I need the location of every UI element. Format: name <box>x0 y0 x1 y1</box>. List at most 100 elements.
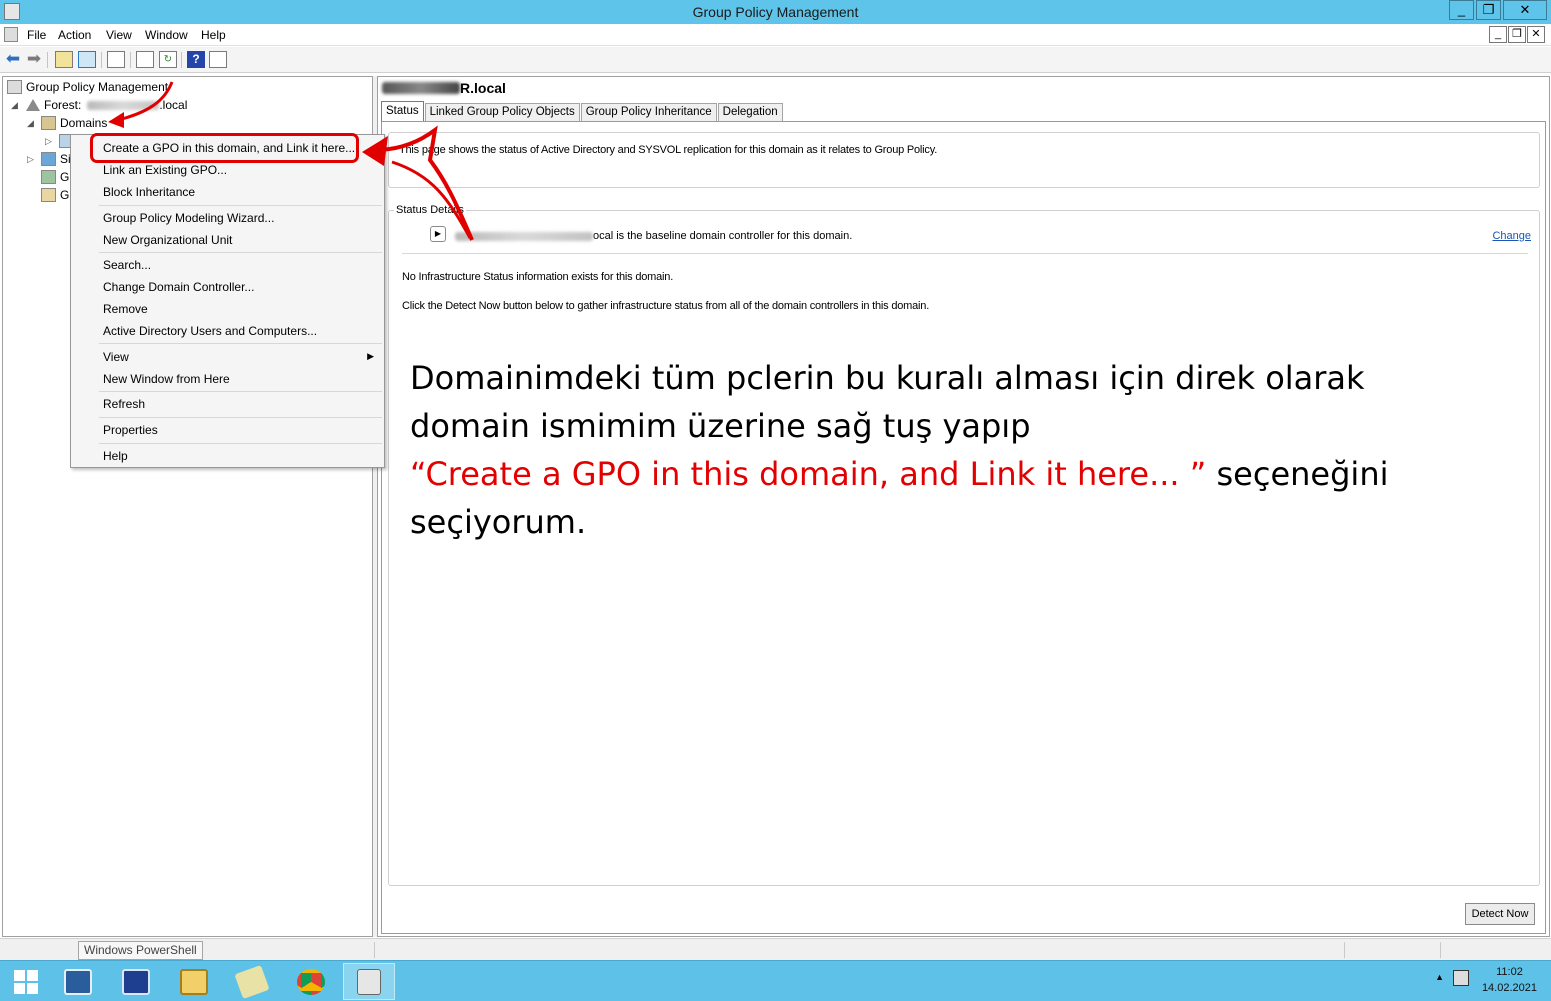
domain-title-suffix: R.local <box>460 80 506 96</box>
refresh-icon[interactable]: ↻ <box>159 51 177 68</box>
file-explorer-icon <box>180 968 208 995</box>
annotation-line-2: domain ismimim üzerine sağ tuş yapıp <box>410 407 1031 445</box>
menu-separator <box>99 343 382 344</box>
menu-item-ad-users-computers[interactable]: Active Directory Users and Computers... <box>103 324 317 338</box>
toolbar: ⬅ ➡ ↻ ? <box>0 47 1551 73</box>
taskbar-file-explorer[interactable] <box>168 963 220 1000</box>
intro-text: This page shows the status of Active Dir… <box>399 144 938 156</box>
tree-item-group-policy-management[interactable]: Group Policy Management <box>7 78 168 96</box>
annotation-highlight: “Create a GPO in this domain, and Link i… <box>410 455 1207 493</box>
tab-strip: Status Linked Group Policy Objects Group… <box>381 101 784 122</box>
clock[interactable]: 11:02 14.02.2021 <box>1482 964 1537 996</box>
divider <box>402 253 1528 254</box>
tree-item-label: G <box>60 170 70 184</box>
collapse-arrow-icon[interactable]: ◢ <box>11 100 21 111</box>
menu-item-block-inheritance[interactable]: Block Inheritance <box>103 185 195 199</box>
tree-item-sites[interactable]: ▷ Si <box>27 150 71 168</box>
menu-item-properties[interactable]: Properties <box>103 423 158 437</box>
start-button[interactable] <box>0 963 52 1000</box>
show-hide-tree-icon[interactable] <box>78 51 96 68</box>
tree-item-label: G <box>60 188 70 202</box>
tree-item-forest[interactable]: ◢ Forest: .local <box>11 96 187 114</box>
tree-item-group-policy-results[interactable]: G <box>41 186 69 204</box>
menu-separator <box>99 205 382 206</box>
mdi-restore-button[interactable]: ❐ <box>1508 26 1526 43</box>
network-icon[interactable] <box>1453 970 1469 986</box>
domains-folder-icon <box>41 116 56 130</box>
restore-button[interactable]: ❐ <box>1476 0 1501 20</box>
expand-arrow-icon[interactable]: ▷ <box>45 136 55 147</box>
detect-now-button[interactable]: Detect Now <box>1465 903 1535 925</box>
tree-item-group-policy-modeling[interactable]: G <box>41 168 69 186</box>
menu-separator <box>99 443 382 444</box>
up-folder-icon[interactable] <box>55 51 73 68</box>
export-list-icon[interactable] <box>136 51 154 68</box>
show-hidden-icons-icon[interactable]: ▲ <box>1435 972 1444 982</box>
redacted-text <box>87 100 160 110</box>
taskbar-group-policy-management[interactable] <box>343 963 395 1000</box>
clock-date: 14.02.2021 <box>1481 982 1537 994</box>
annotation-text: Domainimdeki tüm pclerin bu kuralı almas… <box>410 354 1420 546</box>
tree-item-label: Domains <box>60 116 108 130</box>
show-pane-icon[interactable] <box>209 51 227 68</box>
status-divider <box>374 942 375 958</box>
copy-icon[interactable] <box>107 51 125 68</box>
taskbar-notepad[interactable] <box>226 963 278 1000</box>
menu-item-new-window[interactable]: New Window from Here <box>103 372 230 386</box>
expand-arrow-icon[interactable]: ▷ <box>27 154 37 165</box>
menu-item-search[interactable]: Search... <box>103 258 151 272</box>
powershell-icon <box>122 968 150 995</box>
tab-status[interactable]: Status <box>381 101 424 122</box>
mmc-console-icon[interactable] <box>4 27 18 42</box>
close-button[interactable]: ✕ <box>1503 0 1547 20</box>
menu-action[interactable]: Action <box>58 28 91 42</box>
forward-arrow-icon[interactable]: ➡ <box>25 50 43 68</box>
expand-circle-icon[interactable]: ▶ <box>430 226 446 242</box>
tree-item-label: Forest: <box>44 98 82 112</box>
menu-view[interactable]: View <box>106 28 132 42</box>
mdi-minimize-button[interactable]: _ <box>1489 26 1507 43</box>
menu-separator <box>99 391 382 392</box>
minimize-button[interactable]: _ <box>1449 0 1474 20</box>
menu-item-help[interactable]: Help <box>103 449 128 463</box>
detect-instructions-text: Click the Detect Now button below to gat… <box>402 300 930 312</box>
menu-item-change-dc[interactable]: Change Domain Controller... <box>103 280 254 294</box>
title-bar: Group Policy Management _ ❐ ✕ <box>0 0 1551 24</box>
baseline-dc-line: ocal is the baseline domain controller f… <box>455 230 852 242</box>
menu-item-modeling-wizard[interactable]: Group Policy Modeling Wizard... <box>103 211 274 225</box>
back-arrow-icon[interactable]: ⬅ <box>4 50 22 68</box>
submenu-arrow-icon: ▶ <box>367 351 374 361</box>
tree-item-domains[interactable]: ◢ Domains <box>27 114 107 132</box>
menu-item-remove[interactable]: Remove <box>103 302 148 316</box>
menu-file[interactable]: File <box>27 28 46 42</box>
menu-window[interactable]: Window <box>145 28 188 42</box>
taskbar-chrome[interactable] <box>285 963 337 1000</box>
sites-icon <box>41 152 56 166</box>
menu-item-refresh[interactable]: Refresh <box>103 397 145 411</box>
mdi-close-button[interactable]: ✕ <box>1527 26 1545 43</box>
menu-item-link-existing-gpo[interactable]: Link an Existing GPO... <box>103 163 227 177</box>
tree-item-label: .local <box>159 98 188 112</box>
tab-gp-inheritance[interactable]: Group Policy Inheritance <box>580 103 717 122</box>
group-policy-management-icon <box>357 968 381 995</box>
annotation-line-3-rest: seçeneğini <box>1206 455 1389 493</box>
taskbar-server-manager[interactable] <box>52 963 104 1000</box>
server-manager-icon <box>64 968 92 995</box>
help-icon[interactable]: ? <box>187 51 205 68</box>
domain-title: R.local <box>382 80 506 96</box>
highlight-box <box>90 133 359 163</box>
menu-item-view[interactable]: View <box>103 350 129 364</box>
tab-linked-gpos[interactable]: Linked Group Policy Objects <box>424 103 580 122</box>
menu-bar: File Action View Window Help _ ❐ ✕ <box>0 24 1551 46</box>
tab-delegation[interactable]: Delegation <box>717 103 783 122</box>
menu-item-new-ou[interactable]: New Organizational Unit <box>103 233 232 247</box>
status-details-label: Status Details <box>394 204 466 216</box>
menu-help[interactable]: Help <box>201 28 226 42</box>
toolbar-separator <box>181 52 182 68</box>
change-link[interactable]: Change <box>1492 230 1531 242</box>
collapse-arrow-icon[interactable]: ◢ <box>27 118 37 129</box>
mdi-controls: _ ❐ ✕ <box>1488 26 1545 43</box>
baseline-dc-text: ocal is the baseline domain controller f… <box>593 230 853 242</box>
taskbar-powershell[interactable] <box>110 963 162 1000</box>
window-title: Group Policy Management <box>692 4 859 20</box>
